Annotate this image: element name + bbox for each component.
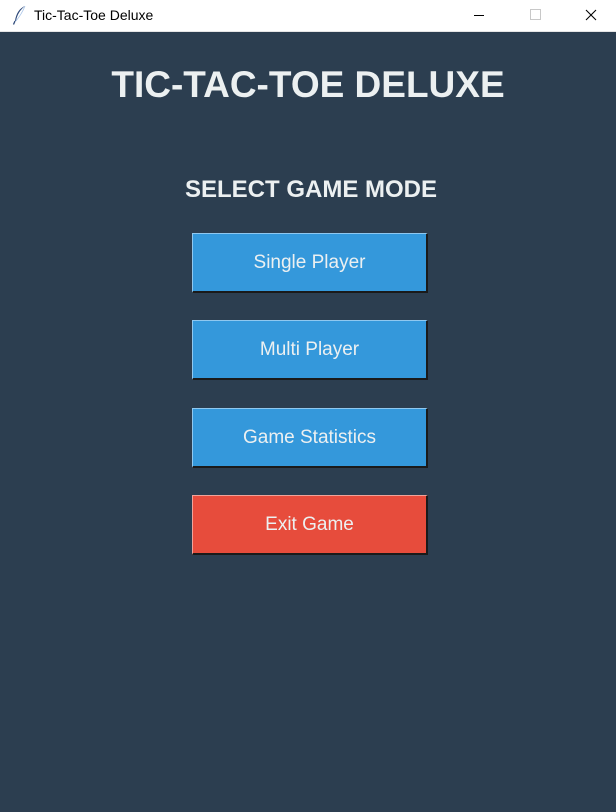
maximize-button[interactable]: [512, 0, 558, 31]
app-window: Tic-Tac-Toe Deluxe TIC-TAC-TOE DELUXE SE…: [0, 0, 616, 812]
feather-icon: [12, 5, 28, 25]
game-statistics-button[interactable]: Game Statistics: [192, 408, 428, 468]
single-player-button[interactable]: Single Player: [192, 233, 428, 293]
select-mode-heading: SELECT GAME MODE: [184, 176, 437, 203]
multi-player-button[interactable]: Multi Player: [192, 320, 428, 380]
minimize-button[interactable]: [456, 0, 502, 31]
close-button[interactable]: [568, 0, 614, 31]
title-bar: Tic-Tac-Toe Deluxe: [0, 0, 616, 32]
exit-game-button[interactable]: Exit Game: [192, 495, 428, 555]
game-title: TIC-TAC-TOE DELUXE: [111, 64, 505, 105]
window-title: Tic-Tac-Toe Deluxe: [34, 7, 154, 23]
